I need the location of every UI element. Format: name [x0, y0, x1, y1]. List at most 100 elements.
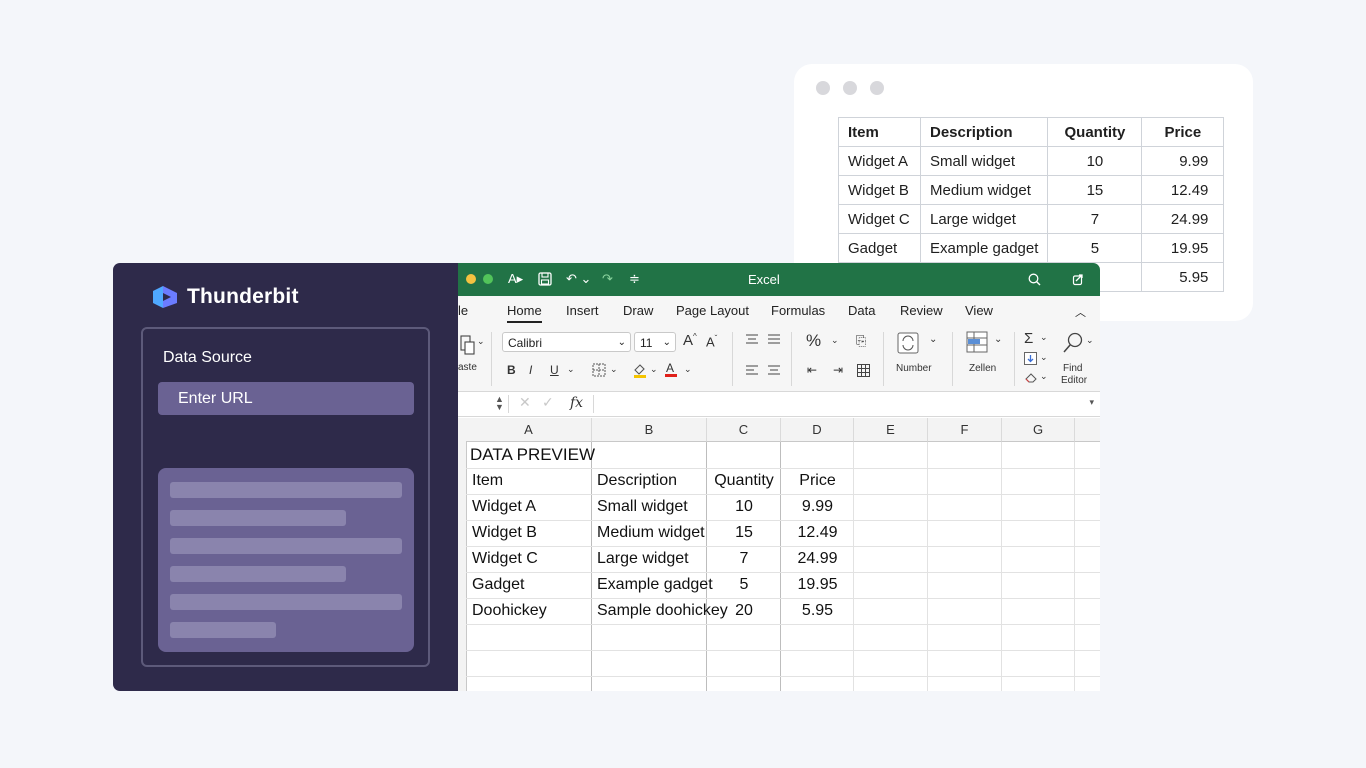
- tab-data[interactable]: Data: [848, 303, 875, 318]
- function-icon[interactable]: fx: [570, 395, 583, 411]
- window-dot-minimize[interactable]: [466, 274, 476, 284]
- format-table-icon[interactable]: [857, 364, 870, 377]
- column-header-more[interactable]: [1075, 418, 1100, 442]
- font-name-select[interactable]: Calibri ⌄: [502, 332, 631, 352]
- number-format-icon[interactable]: [897, 332, 919, 354]
- sheet-cell[interactable]: 20: [707, 598, 781, 624]
- chevron-down-icon[interactable]: ⌄: [684, 364, 692, 375]
- sheet-header-quantity[interactable]: Quantity: [707, 468, 781, 494]
- chevron-down-icon[interactable]: ⌄: [831, 335, 839, 346]
- sheet-cell[interactable]: 7: [707, 546, 781, 572]
- collapse-ribbon-icon[interactable]: ︿: [1075, 304, 1086, 320]
- tab-file[interactable]: le: [458, 303, 468, 318]
- chevron-down-icon[interactable]: ▾: [1089, 397, 1094, 408]
- sheet-header-price[interactable]: Price: [781, 468, 854, 494]
- window-dot-maximize[interactable]: [483, 274, 493, 284]
- grow-font-button[interactable]: A^: [683, 332, 697, 349]
- name-box-stepper[interactable]: ▲ ▼: [495, 395, 504, 412]
- tab-insert[interactable]: Insert: [566, 303, 599, 318]
- customize-toolbar-icon[interactable]: ≑: [629, 271, 640, 287]
- chevron-down-icon[interactable]: ⌄: [1040, 352, 1048, 363]
- tab-home[interactable]: Home: [507, 303, 542, 323]
- sheet-cell[interactable]: 15: [707, 520, 781, 546]
- sheet-cell[interactable]: 5: [707, 572, 781, 598]
- sheet-cell[interactable]: Widget A: [472, 494, 536, 520]
- chevron-down-icon[interactable]: ⌄: [1040, 332, 1048, 343]
- sheet-cell[interactable]: Example gadget: [597, 572, 713, 598]
- tab-view[interactable]: View: [965, 303, 993, 318]
- percent-style-button[interactable]: %: [806, 331, 821, 351]
- window-dot-minimize[interactable]: [843, 81, 857, 95]
- increase-decimal-icon[interactable]: ⇥: [833, 363, 843, 377]
- column-header-d[interactable]: D: [781, 418, 854, 442]
- sheet-cell[interactable]: 19.95: [781, 572, 854, 598]
- sheet-cell[interactable]: Large widget: [597, 546, 689, 572]
- chevron-down-icon[interactable]: ⌄: [1086, 335, 1094, 346]
- sheet-cell[interactable]: Doohickey: [472, 598, 547, 624]
- sheet-cell[interactable]: 5.95: [781, 598, 854, 624]
- sheet-cell[interactable]: 12.49: [781, 520, 854, 546]
- chevron-down-icon[interactable]: ⌄: [929, 334, 937, 345]
- font-size-select[interactable]: 11 ⌄: [634, 332, 676, 352]
- autoformat-icon[interactable]: A▸: [508, 271, 523, 287]
- save-icon[interactable]: [538, 272, 552, 286]
- sheet-cell[interactable]: 9.99: [781, 494, 854, 520]
- sheet-cell[interactable]: Small widget: [597, 494, 688, 520]
- align-middle-icon[interactable]: [768, 334, 780, 344]
- chevron-down-icon[interactable]: ⌄: [650, 364, 658, 375]
- undo-icon[interactable]: ↶ ⌄: [566, 271, 591, 287]
- column-header-e[interactable]: E: [854, 418, 928, 442]
- sheet-cell[interactable]: Widget C: [472, 546, 538, 572]
- tab-review[interactable]: Review: [900, 303, 943, 318]
- window-dot-close[interactable]: [816, 81, 830, 95]
- chevron-down-icon[interactable]: ⌄: [567, 364, 575, 375]
- sheet-cell[interactable]: Medium widget: [597, 520, 705, 546]
- share-icon[interactable]: [1072, 272, 1085, 286]
- font-color-icon[interactable]: A: [664, 361, 678, 378]
- url-input[interactable]: [158, 382, 414, 415]
- sheet-cell[interactable]: Widget B: [472, 520, 537, 546]
- tab-formulas[interactable]: Formulas: [771, 303, 825, 318]
- sheet-cell[interactable]: 10: [707, 494, 781, 520]
- chevron-down-icon[interactable]: ⌄: [610, 364, 618, 375]
- borders-icon[interactable]: [592, 363, 606, 377]
- column-header-b[interactable]: B: [592, 418, 707, 442]
- sheet-cell[interactable]: Gadget: [472, 572, 524, 598]
- sheet-header-description[interactable]: Description: [597, 468, 677, 494]
- bold-button[interactable]: B: [507, 363, 516, 377]
- formula-input[interactable]: [598, 394, 1082, 416]
- sheet-title-cell[interactable]: DATA PREVIEW: [470, 442, 595, 468]
- tab-draw[interactable]: Draw: [623, 303, 653, 318]
- fill-color-icon[interactable]: [632, 362, 648, 378]
- paste-icon[interactable]: [460, 332, 476, 356]
- web-col-price: Price: [1141, 117, 1225, 147]
- paste-dropdown-icon[interactable]: ⌄: [477, 336, 485, 347]
- find-icon[interactable]: [1062, 332, 1084, 356]
- align-left-icon[interactable]: [746, 365, 758, 375]
- cancel-icon[interactable]: ✕: [519, 394, 531, 411]
- format-painter-icon[interactable]: ⎘: [856, 333, 866, 349]
- search-icon[interactable]: [1028, 273, 1041, 286]
- column-header-g[interactable]: G: [1002, 418, 1075, 442]
- underline-button[interactable]: U: [550, 363, 559, 377]
- italic-button[interactable]: I: [529, 363, 532, 377]
- shrink-font-button[interactable]: Aˇ: [706, 334, 717, 349]
- fill-icon[interactable]: [1024, 352, 1037, 365]
- chevron-down-icon[interactable]: ⌄: [994, 334, 1002, 345]
- decrease-decimal-icon[interactable]: ⇤: [807, 363, 817, 377]
- redo-icon[interactable]: ↷: [602, 271, 613, 287]
- align-center-icon[interactable]: [768, 365, 780, 375]
- autosum-icon[interactable]: Σ: [1024, 330, 1033, 347]
- align-top-icon[interactable]: [746, 334, 758, 344]
- chevron-down-icon[interactable]: ⌄: [1040, 371, 1048, 382]
- confirm-icon[interactable]: ✓: [542, 394, 554, 411]
- clear-icon[interactable]: [1024, 371, 1038, 383]
- sheet-cell[interactable]: 24.99: [781, 546, 854, 572]
- column-header-f[interactable]: F: [928, 418, 1002, 442]
- tab-page-layout[interactable]: Page Layout: [676, 303, 749, 318]
- window-dot-maximize[interactable]: [870, 81, 884, 95]
- cells-icon[interactable]: [966, 331, 988, 353]
- column-header-c[interactable]: C: [707, 418, 781, 442]
- column-header-a[interactable]: A: [466, 418, 592, 442]
- sheet-header-item[interactable]: Item: [472, 468, 503, 494]
